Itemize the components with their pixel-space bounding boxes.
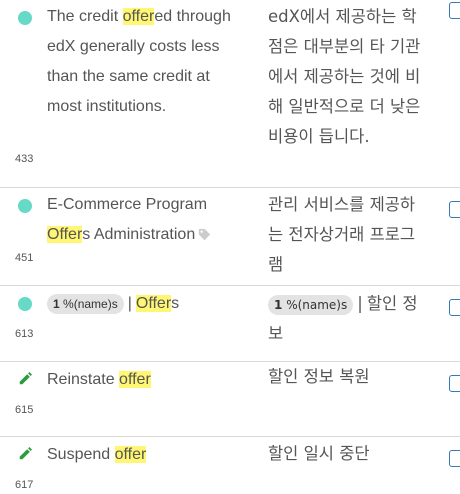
row-number: 433 bbox=[15, 153, 34, 165]
target-text[interactable]: 관리 서비스를 제공하는 전자상거래 프로그램 bbox=[268, 190, 428, 280]
search-highlight: Offer bbox=[47, 226, 83, 243]
row-number: 617 bbox=[15, 479, 34, 491]
table-row[interactable]: 451 E-Commerce Program Offers Administra… bbox=[0, 188, 460, 286]
select-checkbox[interactable] bbox=[449, 201, 460, 218]
table-row[interactable]: 617 Suspend offer 할인 일시 중단 bbox=[0, 437, 460, 494]
source-text[interactable]: Reinstate offer bbox=[47, 365, 247, 395]
table-row[interactable]: 433 The credit offered through edX gener… bbox=[0, 0, 460, 188]
row-number: 451 bbox=[15, 252, 34, 264]
row-number: 613 bbox=[15, 328, 34, 340]
search-highlight: Offer bbox=[135, 295, 172, 312]
search-highlight: offer bbox=[119, 371, 151, 388]
placeholder-chip[interactable]: 1 %(name)s bbox=[47, 293, 124, 314]
target-text[interactable]: 할인 일시 중단 bbox=[268, 439, 428, 469]
pencil-icon bbox=[19, 372, 32, 385]
table-row[interactable]: 613 1 %(name)s | Offers 1 %(name)s | 할인 정보 bbox=[0, 286, 460, 362]
placeholder-chip[interactable]: 1 %(name)s bbox=[268, 294, 354, 315]
status-dot-icon bbox=[18, 11, 32, 25]
select-checkbox[interactable] bbox=[449, 299, 460, 316]
pencil-icon bbox=[19, 447, 32, 460]
select-checkbox[interactable] bbox=[449, 375, 460, 392]
target-text[interactable]: 1 %(name)s | 할인 정보 bbox=[268, 289, 428, 349]
target-text[interactable]: edX에서 제공하는 학점은 대부분의 타 기관에서 제공하는 것에 비해 일반… bbox=[268, 2, 428, 152]
search-highlight: offer bbox=[122, 8, 155, 25]
source-text[interactable]: 1 %(name)s | Offers bbox=[47, 289, 247, 319]
source-text[interactable]: Suspend offer bbox=[47, 440, 247, 470]
row-number: 615 bbox=[15, 404, 34, 416]
tag-icon[interactable] bbox=[198, 228, 211, 241]
source-text[interactable]: E-Commerce Program Offers Administration bbox=[47, 190, 247, 250]
source-text[interactable]: The credit offered through edX generally… bbox=[47, 2, 247, 122]
status-dot-icon bbox=[18, 199, 32, 213]
translation-list: 433 The credit offered through edX gener… bbox=[0, 0, 460, 494]
table-row[interactable]: 615 Reinstate offer 할인 정보 복원 bbox=[0, 362, 460, 437]
select-checkbox[interactable] bbox=[449, 450, 460, 467]
select-checkbox[interactable] bbox=[449, 2, 460, 19]
status-dot-icon bbox=[18, 297, 32, 311]
target-text[interactable]: 할인 정보 복원 bbox=[268, 362, 428, 392]
search-highlight: offer bbox=[114, 446, 147, 463]
